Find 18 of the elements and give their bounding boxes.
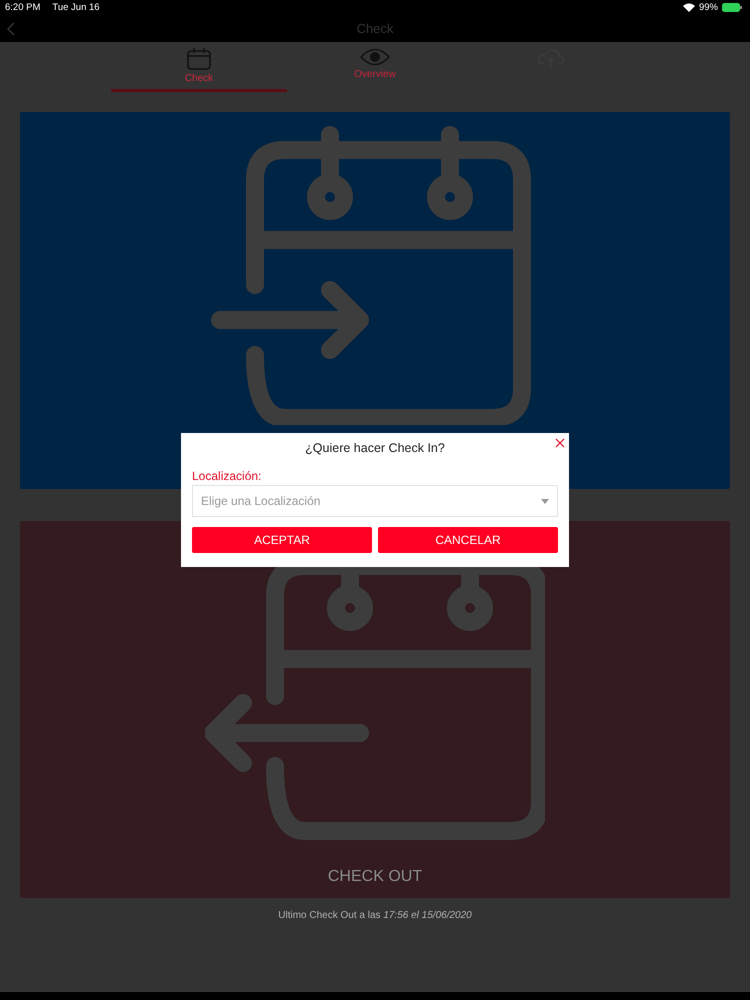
- wifi-icon: [682, 3, 695, 12]
- last-check-out-text: Ultimo Check Out a las 17:56 el 15/06/2020: [277, 910, 473, 921]
- caret-icon: [541, 498, 549, 504]
- cancel-button[interactable]: CANCELAR: [378, 527, 558, 553]
- tab[interactable]: Overview: [287, 42, 463, 92]
- eye-icon: [360, 48, 390, 66]
- card-label: CHECK OUT: [328, 868, 422, 887]
- field-label: Localización:: [192, 469, 262, 483]
- check-in-card[interactable]: [20, 112, 730, 489]
- status-date: Tue Jun 16: [52, 2, 100, 13]
- accept-button[interactable]: ACEPTAR: [192, 527, 372, 553]
- status-time: 6:20 PM: [5, 2, 40, 13]
- battery-percent: 99%: [698, 2, 718, 13]
- location-select[interactable]: Elige una Localización: [192, 485, 558, 517]
- dialog-title: ¿Quiere hacer Check In?: [304, 441, 446, 455]
- battery-icon: [722, 3, 742, 12]
- close-icon[interactable]: [555, 438, 565, 448]
- calendar-icon: [187, 48, 211, 70]
